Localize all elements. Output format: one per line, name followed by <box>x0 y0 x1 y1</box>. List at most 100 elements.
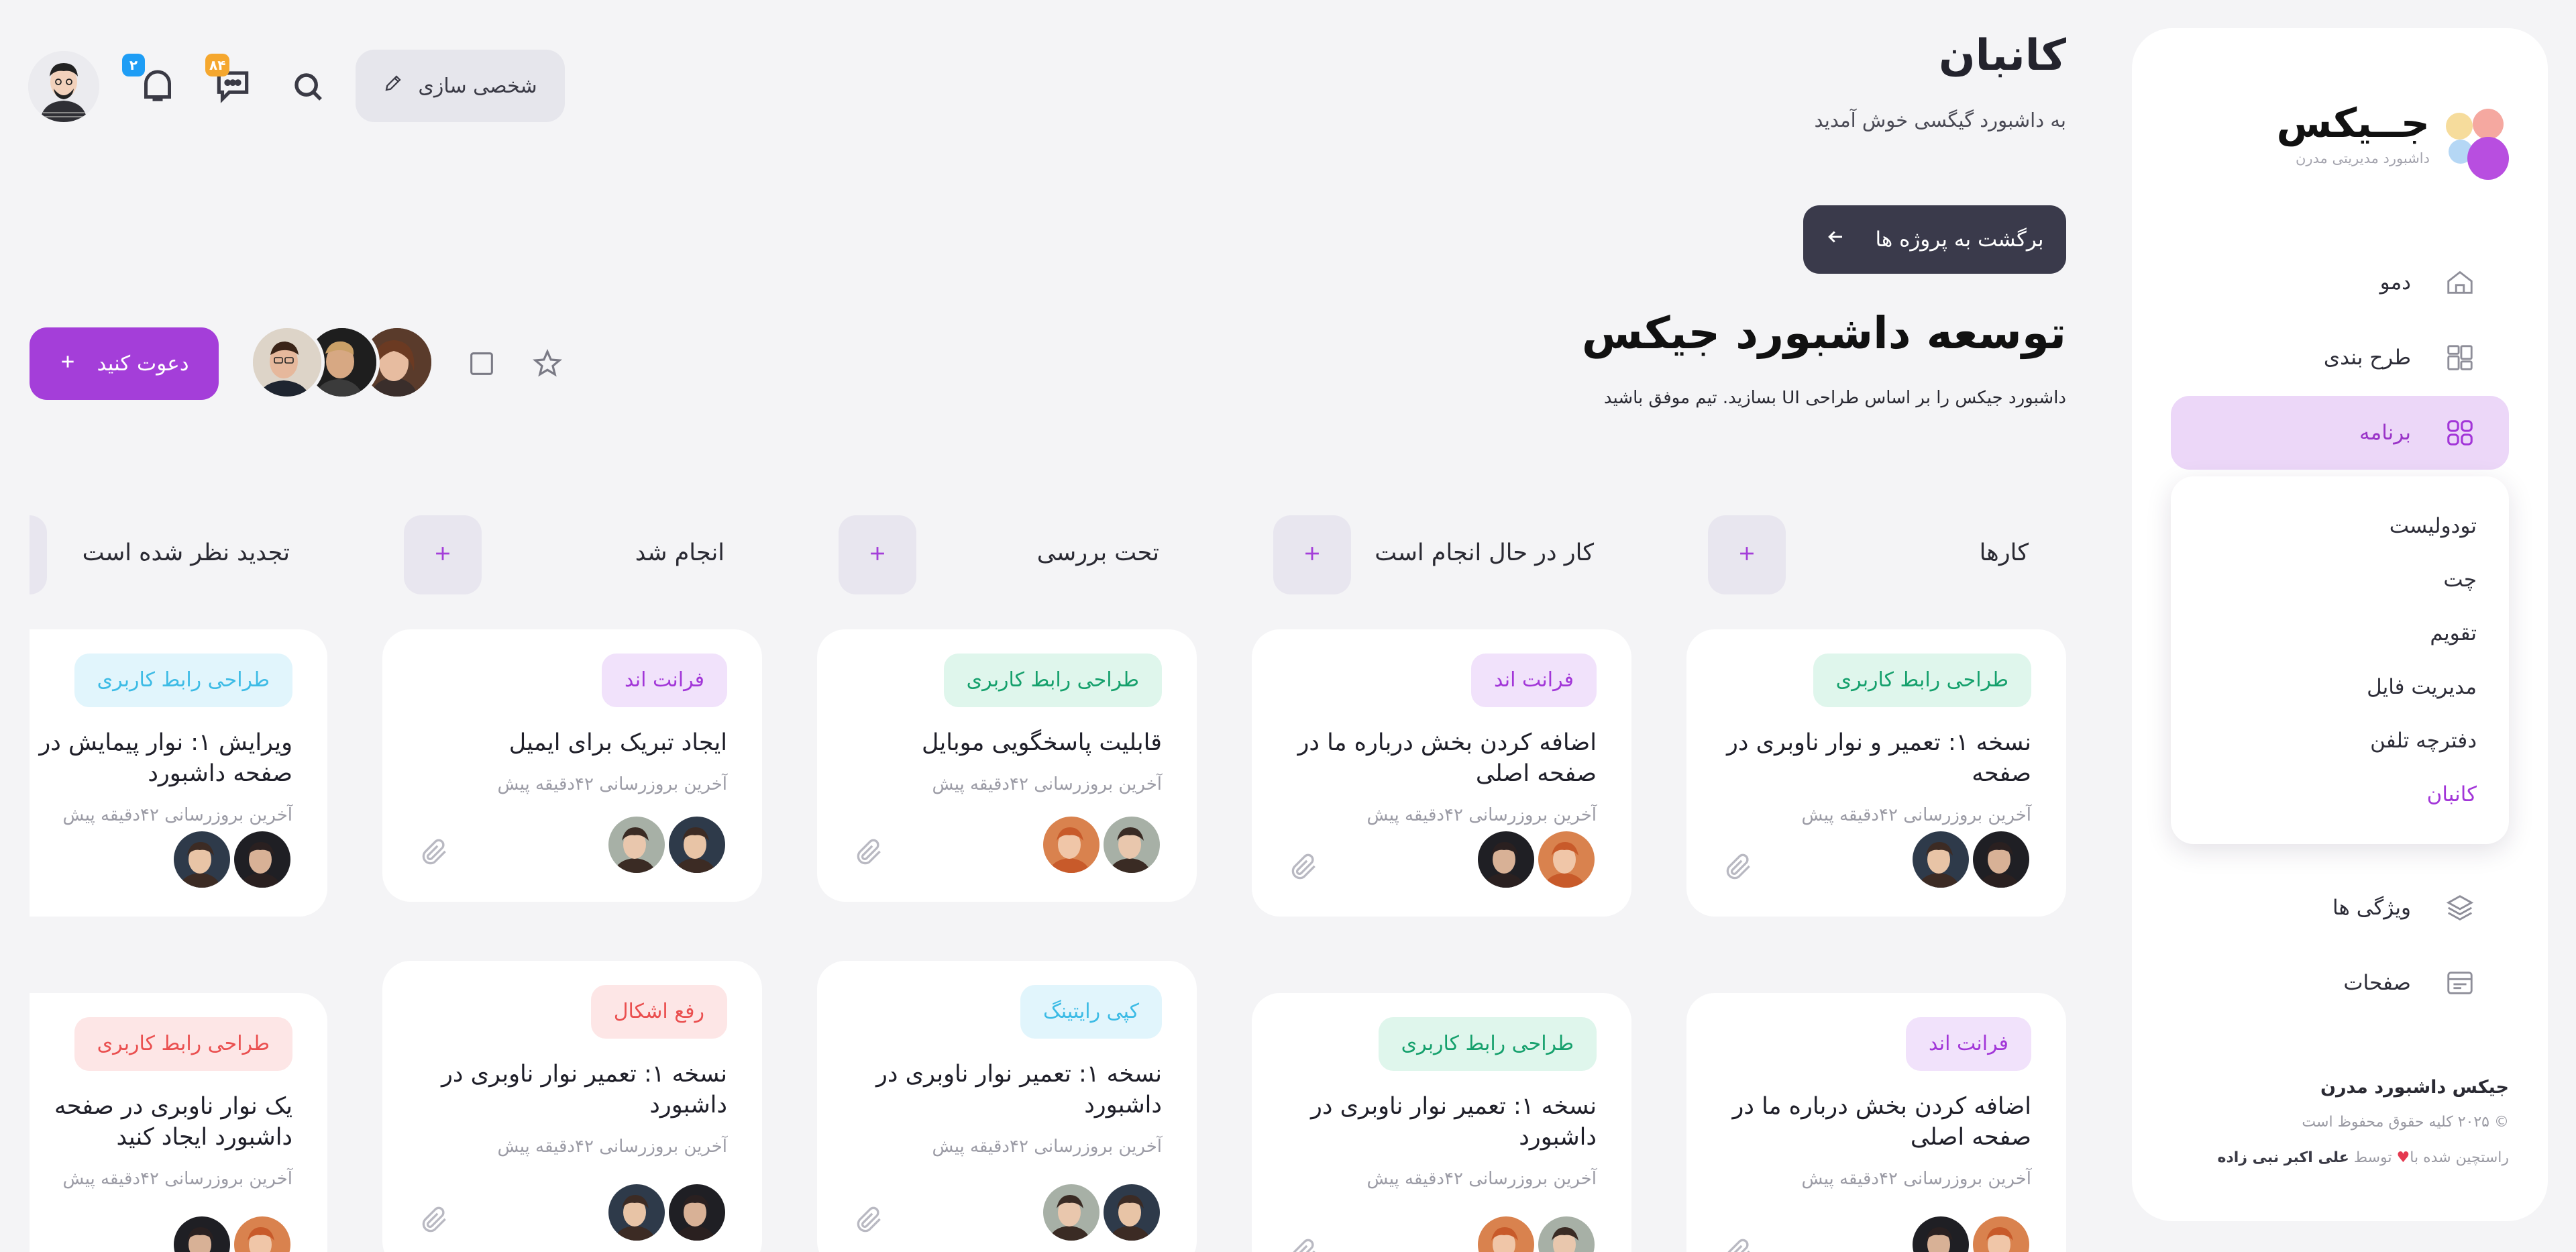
assignee-avatar[interactable] <box>1102 815 1162 875</box>
sidebar-item-layout[interactable]: طرح بندی <box>2171 321 2509 395</box>
task-card[interactable]: طراحی رابط کاربری نسخه ۱: تعمیر نوار ناوب… <box>1252 993 1631 1252</box>
assignee-avatar[interactable] <box>1911 1214 1971 1252</box>
card-footer <box>30 1214 292 1252</box>
footer-credit: راستچین شده با♥ توسط علی اکبر نبی زاده <box>2218 1149 2510 1166</box>
paperclip-icon[interactable] <box>1721 1236 1755 1252</box>
kanban-board: کارها طراحی رابط کاربری نسخه ۱: تعمیر و نو… <box>30 515 2066 1252</box>
browser-icon <box>2443 966 2477 1000</box>
assignee-avatar[interactable] <box>606 815 667 875</box>
submenu-item-kanban[interactable]: کانبان <box>2203 768 2477 821</box>
user-avatar[interactable] <box>28 51 99 122</box>
assignee-avatar[interactable] <box>1536 1214 1597 1252</box>
task-card[interactable]: فرانت اند ایجاد تبریک برای ایمیل آخرین برو… <box>382 629 762 902</box>
search-icon[interactable] <box>287 66 330 109</box>
column-title: انجام شد <box>635 539 724 566</box>
sidebar-item-demo[interactable]: دمو <box>2171 246 2509 319</box>
assignee-avatar[interactable] <box>606 1182 667 1243</box>
brand-logo[interactable]: جــیکس داشبورد مدیریتی مدرن <box>2241 79 2509 180</box>
submenu-item-chat[interactable]: چت <box>2203 553 2477 607</box>
sidebar-item-features[interactable]: ویژگی ها <box>2171 871 2509 945</box>
assignee-avatar[interactable] <box>1041 815 1102 875</box>
invite-button[interactable]: دعوت کنید <box>30 327 219 400</box>
task-tag: طراحی رابط کاربری <box>74 1017 292 1071</box>
invite-label: دعوت کنید <box>97 352 189 376</box>
back-to-projects-button[interactable]: برگشت به پروژه ها <box>1803 205 2066 274</box>
layout-icon <box>2443 341 2477 374</box>
card-footer <box>1721 1214 2031 1252</box>
submenu-item-contacts[interactable]: دفترچه تلفن <box>2203 714 2477 768</box>
task-title: نسخه ۱: تعمیر نوار ناوبری در داشبورد <box>1311 1093 1597 1151</box>
add-card-button[interactable] <box>1708 515 1786 594</box>
chat-icon[interactable]: ۸۴ <box>205 54 256 109</box>
assignee-avatar[interactable] <box>232 829 292 890</box>
paperclip-icon[interactable] <box>852 836 885 870</box>
assignee-avatar[interactable] <box>1476 829 1536 890</box>
submenu-item-todolist[interactable]: تودولیست <box>2203 499 2477 553</box>
task-updated-time: آخرین بروزرسانی ۴۲دقیقه پیش <box>62 805 292 825</box>
assignee-avatar[interactable] <box>1476 1214 1536 1252</box>
assignee-avatar[interactable] <box>172 1214 232 1252</box>
notification-icon[interactable]: ۲ <box>122 54 181 109</box>
task-card[interactable]: طراحی رابط کاربری قابلیت پاسخگویی موبایل آ… <box>817 629 1197 902</box>
task-card[interactable]: فرانت اند اضافه کردن بخش درباره ما در صفح… <box>1686 993 2066 1252</box>
add-card-button[interactable] <box>30 515 47 594</box>
task-card[interactable]: طراحی رابط کاربری یک نوار ناوبری در صفحه … <box>30 993 327 1252</box>
task-title: یک نوار ناوبری در صفحه داشبورد ایجاد کنی… <box>54 1093 292 1151</box>
footer-credit-prefix: راستچین شده با <box>2410 1149 2509 1166</box>
assignee-avatar[interactable] <box>1536 829 1597 890</box>
page-title: کانبان <box>1938 31 2066 81</box>
assignee-avatar[interactable] <box>667 815 727 875</box>
sidebar-item-pages[interactable]: صفحات <box>2171 946 2509 1020</box>
sidebar-item-label: ویژگی ها <box>2332 896 2411 920</box>
footer-author[interactable]: علی اکبر نبی زاده <box>2218 1149 2349 1166</box>
column-header: کار در حال انجام است <box>1252 515 1631 594</box>
assignee-avatar[interactable] <box>1041 1182 1102 1243</box>
task-updated-time: آخرین بروزرسانی ۴۲دقیقه پیش <box>62 1169 292 1189</box>
task-tag: فرانت اند <box>601 654 727 707</box>
assignee-avatar[interactable] <box>1971 1214 2031 1252</box>
back-label: برگشت به پروژه ها <box>1875 227 2044 252</box>
customize-button[interactable]: شخصی سازی <box>356 50 565 122</box>
paperclip-icon[interactable] <box>1721 851 1755 884</box>
task-title: ویرایش ۱: نوار پیمایش در صفحه داشبورد <box>39 729 292 787</box>
assignee-avatar[interactable] <box>1971 829 2031 890</box>
submenu-item-file-manager[interactable]: مدیریت فایل <box>2203 660 2477 714</box>
apps-grid-icon <box>2443 416 2477 450</box>
column-header: تحت بررسی <box>817 515 1197 594</box>
submenu-item-calendar[interactable]: تقویم <box>2203 607 2477 660</box>
project-title: توسعه داشبورد جیکس <box>1581 307 2066 359</box>
team-avatar[interactable] <box>250 325 325 400</box>
assignees <box>606 815 727 882</box>
sidebar-item-apps[interactable]: برنامه <box>2171 396 2509 470</box>
add-card-button[interactable] <box>404 515 482 594</box>
task-title: نسخه ۱: تعمیر نوار ناوبری در داشبورد <box>876 1061 1162 1118</box>
checkbox-icon[interactable] <box>460 342 503 385</box>
assignee-avatar[interactable] <box>1102 1182 1162 1243</box>
paperclip-icon[interactable] <box>417 1204 451 1237</box>
task-updated-time: آخرین بروزرسانی ۴۲دقیقه پیش <box>1366 1169 1597 1189</box>
assignee-avatar[interactable] <box>1911 829 1971 890</box>
task-updated-time: آخرین بروزرسانی ۴۲دقیقه پیش <box>497 1137 727 1157</box>
task-tag: فرانت اند <box>1470 654 1597 707</box>
assignee-avatar[interactable] <box>667 1182 727 1243</box>
assignee-avatar[interactable] <box>232 1214 292 1252</box>
assignees <box>1476 1214 1597 1252</box>
task-card[interactable]: کپی رایتینگ نسخه ۱: تعمیر نوار ناوبری در … <box>817 961 1197 1252</box>
task-tag: طراحی رابط کاربری <box>74 654 292 707</box>
paperclip-icon[interactable] <box>417 836 451 870</box>
task-card[interactable]: طراحی رابط کاربری نسخه ۱: تعمیر و نوار نا… <box>1686 629 2066 917</box>
paperclip-icon[interactable] <box>852 1204 885 1237</box>
paperclip-icon[interactable] <box>1287 851 1320 884</box>
task-tag: طراحی رابط کاربری <box>1378 1017 1597 1071</box>
card-footer <box>417 1182 727 1249</box>
team-avatars <box>250 325 435 403</box>
column-title: کارها <box>1979 539 2029 566</box>
task-card[interactable]: طراحی رابط کاربری ویرایش ۱: نوار پیمایش د… <box>30 629 327 917</box>
add-card-button[interactable] <box>1273 515 1351 594</box>
assignee-avatar[interactable] <box>172 829 232 890</box>
task-card[interactable]: فرانت اند اضافه کردن بخش درباره ما در صفح… <box>1252 629 1631 917</box>
star-icon[interactable] <box>526 342 569 385</box>
add-card-button[interactable] <box>839 515 916 594</box>
task-card[interactable]: رفع اشکال نسخه ۱: تعمیر نوار ناوبری در دا… <box>382 961 762 1252</box>
paperclip-icon[interactable] <box>1287 1236 1320 1252</box>
